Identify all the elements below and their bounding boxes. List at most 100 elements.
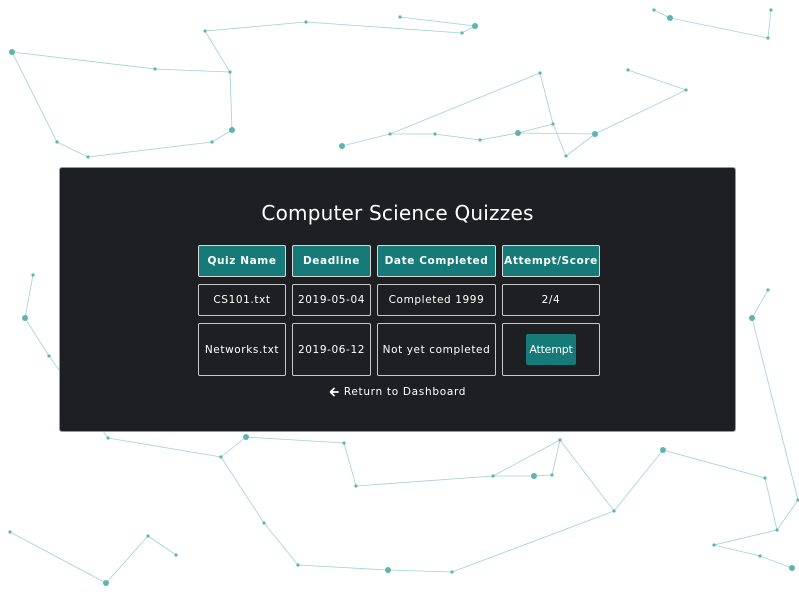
network-node: [769, 8, 773, 12]
network-node: [684, 88, 688, 92]
network-line: [759, 555, 793, 569]
network-line: [204, 21, 307, 32]
network-node: [758, 554, 762, 558]
row1-attempt-score: 2/4: [502, 284, 600, 316]
network-line: [229, 71, 233, 131]
network-node: [243, 434, 249, 440]
network-line: [87, 141, 213, 158]
row2-attempt-cell: Attempt: [502, 323, 600, 376]
network-node: [660, 447, 666, 453]
network-node: [551, 122, 555, 126]
network-line: [594, 89, 687, 135]
network-line: [713, 544, 761, 557]
network-line: [559, 439, 615, 512]
network-line: [517, 123, 554, 134]
network-line: [297, 564, 389, 571]
network-node: [450, 570, 454, 574]
network-node: [9, 49, 15, 55]
row1-date-completed: Completed 1999: [377, 284, 496, 316]
header-quiz-name: Quiz Name: [198, 245, 286, 277]
network-node: [789, 565, 795, 571]
network-line: [11, 51, 58, 143]
network-line: [389, 72, 541, 135]
network-node: [106, 436, 110, 440]
network-line: [107, 437, 222, 458]
network-line: [305, 21, 463, 34]
network-node: [354, 484, 358, 488]
network-node: [515, 130, 521, 136]
network-node: [538, 71, 542, 75]
network-line: [479, 132, 519, 141]
network-line: [539, 72, 554, 125]
network-line: [56, 141, 89, 158]
network-line: [613, 449, 664, 512]
network-line: [767, 9, 772, 39]
attempt-button[interactable]: Attempt: [526, 334, 576, 365]
network-line: [24, 317, 50, 357]
network-node: [652, 8, 656, 12]
network-node: [203, 29, 207, 33]
network-line: [552, 123, 567, 157]
network-line: [751, 317, 799, 501]
row2-quiz-name: Networks.txt: [198, 323, 286, 376]
network-node: [22, 315, 28, 321]
arrow-left-icon: [329, 387, 339, 397]
header-deadline: Deadline: [292, 245, 371, 277]
network-line: [105, 535, 149, 584]
network-line: [245, 436, 345, 444]
network-node: [86, 155, 90, 159]
network-node: [146, 534, 150, 538]
network-line: [220, 456, 265, 524]
row2-deadline: 2019-06-12: [292, 323, 371, 376]
network-node: [8, 530, 12, 534]
row2-date-completed: Not yet completed: [377, 323, 496, 376]
network-node: [531, 473, 537, 479]
network-line: [11, 51, 156, 70]
network-node: [612, 509, 616, 513]
network-node: [592, 131, 598, 137]
network-line: [776, 499, 799, 531]
network-node: [433, 132, 437, 136]
network-node: [229, 127, 235, 133]
network-line: [627, 69, 687, 91]
row1-deadline: 2019-05-04: [292, 284, 371, 316]
network-node: [766, 288, 770, 292]
network-node: [262, 521, 266, 525]
network-line: [387, 569, 453, 573]
network-node: [219, 455, 223, 459]
network-line: [713, 529, 778, 546]
network-node: [564, 154, 568, 158]
network-node: [775, 528, 779, 532]
return-label: Return to Dashboard: [343, 386, 467, 398]
network-node: [491, 474, 495, 478]
network-node: [472, 23, 478, 29]
network-line: [565, 133, 596, 157]
network-node: [153, 67, 157, 71]
network-node: [304, 20, 308, 24]
network-node: [228, 70, 232, 74]
network-line: [355, 475, 494, 487]
network-node: [296, 563, 300, 567]
network-node: [766, 36, 770, 40]
network-line: [517, 132, 596, 135]
network-line: [434, 133, 481, 141]
network-line: [343, 442, 357, 487]
quiz-panel: Computer Science Quizzes Quiz Name Deadl…: [59, 167, 736, 432]
network-line: [147, 535, 177, 556]
network-node: [388, 132, 392, 136]
network-line: [263, 522, 299, 566]
network-node: [626, 68, 630, 72]
network-node: [763, 476, 767, 480]
network-node: [460, 31, 464, 35]
network-line: [220, 436, 247, 458]
network-line: [341, 133, 391, 147]
network-line: [204, 30, 231, 73]
network-node: [47, 354, 51, 358]
network-line: [154, 68, 231, 73]
network-line: [9, 531, 107, 584]
network-node: [712, 543, 716, 547]
network-node: [210, 140, 214, 144]
return-to-dashboard-link[interactable]: Return to Dashboard: [60, 386, 735, 398]
row1-quiz-name: CS101.txt: [198, 284, 286, 316]
network-line: [669, 17, 769, 39]
